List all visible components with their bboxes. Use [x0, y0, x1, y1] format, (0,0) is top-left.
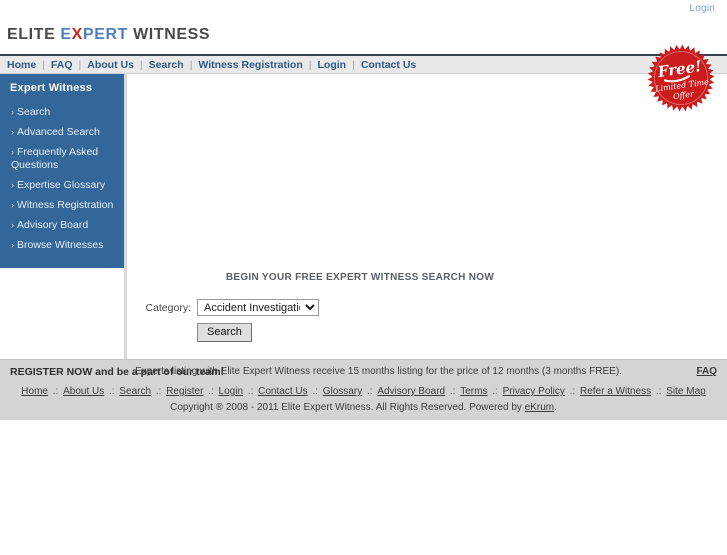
site-footer: REGISTER NOW and be a part of our team! … — [0, 359, 727, 420]
main-content: BEGIN YOUR FREE EXPERT WITNESS SEARCH NO… — [127, 74, 727, 359]
footer-link-site-map[interactable]: Site Map — [666, 386, 705, 397]
nav-item-about-us[interactable]: About Us — [86, 59, 135, 71]
footer-link-refer-a-witness[interactable]: Refer a Witness — [580, 386, 651, 397]
chevron-right-icon: › — [11, 107, 14, 117]
logo-part-pert: PERT — [82, 26, 129, 43]
footer-link-register[interactable]: Register — [166, 386, 203, 397]
top-login-link[interactable]: Login — [690, 3, 715, 14]
sidebar-item-search[interactable]: › Search — [0, 103, 124, 123]
copyright-suffix: . — [554, 402, 557, 413]
logo-part-elite: ELITE — [7, 26, 61, 43]
nav-separator: | — [189, 59, 193, 71]
sidebar-item-label: Advanced Search — [17, 126, 100, 138]
nav-item-search[interactable]: Search — [148, 59, 185, 71]
nav-item-login[interactable]: Login — [317, 59, 348, 71]
footer-link-separator: .: — [106, 386, 118, 397]
sidebar-item-browse-witnesses[interactable]: › Browse Witnesses — [0, 236, 124, 256]
sidebar-item-expertise-glossary[interactable]: › Expertise Glossary — [0, 176, 124, 196]
chevron-right-icon: › — [11, 220, 14, 230]
submit-row: Search — [197, 323, 567, 342]
body-wrapper: Expert Witness › Search › Advanced Search › F… — [0, 74, 727, 359]
nav-item-witness-registration[interactable]: Witness Registration — [197, 59, 303, 71]
category-select[interactable]: Accident Investigation — [197, 299, 319, 316]
sidebar-item-label: Search — [17, 106, 51, 118]
footer-link-separator: .: — [309, 386, 321, 397]
sidebar-item-label: Advisory Board — [17, 219, 89, 231]
nav-item-faq[interactable]: FAQ — [50, 59, 74, 71]
sidebar-item-list: › Search › Advanced Search › Frequently Asked… — [0, 103, 124, 256]
footer-link-separator: .: — [566, 386, 578, 397]
footer-faq-link[interactable]: FAQ — [696, 366, 717, 377]
footer-link-contact-us[interactable]: Contact Us — [258, 386, 307, 397]
copyright-vendor-link[interactable]: eKrum — [525, 402, 554, 413]
copyright-text: Copyright ® 2008 - 2011 Elite Expert Wit… — [170, 402, 525, 413]
page-root: Login ELITE EXPERT WITNESS Free! Limited… — [0, 0, 727, 555]
main-navigation: Home | FAQ | About Us | Search | Witness Registr… — [0, 54, 727, 74]
footer-link-separator: .: — [653, 386, 665, 397]
sidebar-item-label: Expertise Glossary — [17, 179, 106, 191]
search-button[interactable]: Search — [197, 323, 252, 342]
nav-separator: | — [352, 59, 355, 71]
footer-link-separator: .: — [489, 386, 501, 397]
below-fold-area — [0, 420, 727, 555]
footer-promo-text: Experts listing with Elite Expert Witnes… — [135, 366, 622, 377]
top-utility-bar: Login — [0, 0, 727, 14]
search-heading: BEGIN YOUR FREE EXPERT WITNESS SEARCH NO… — [225, 272, 495, 283]
logo-part-witness: WITNESS — [128, 26, 211, 43]
footer-link-separator: .: — [245, 386, 257, 397]
search-form-block: BEGIN YOUR FREE EXPERT WITNESS SEARCH NO… — [127, 272, 567, 342]
logo-part-x: X — [71, 26, 83, 43]
chevron-right-icon: › — [11, 147, 14, 157]
footer-link-privacy-policy[interactable]: Privacy Policy — [503, 386, 565, 397]
footer-link-home[interactable]: Home — [21, 386, 48, 397]
site-logo[interactable]: ELITE EXPERT WITNESS — [7, 26, 210, 44]
sidebar-item-label: Witness Registration — [17, 199, 114, 211]
sidebar-item-advanced-search[interactable]: › Advanced Search — [0, 123, 124, 143]
nav-separator: | — [308, 59, 312, 71]
footer-link-separator: .: — [364, 386, 376, 397]
sidebar-title: Expert Witness — [10, 82, 93, 94]
free-offer-badge[interactable]: Free! Limited Time Offer — [640, 37, 721, 118]
footer-link-glossary[interactable]: Glossary — [323, 386, 362, 397]
logo-part-e: E — [60, 26, 72, 43]
sidebar-item-frequently-asked-questions[interactable]: › Frequently Asked Questions — [0, 143, 124, 176]
nav-separator: | — [42, 59, 45, 71]
footer-link-separator: .: — [447, 386, 459, 397]
nav-list: Home | FAQ | About Us | Search | Witness Registr… — [6, 56, 417, 74]
chevron-right-icon: › — [11, 127, 14, 137]
chevron-right-icon: › — [11, 180, 14, 190]
footer-link-advisory-board[interactable]: Advisory Board — [377, 386, 445, 397]
footer-link-separator: .: — [49, 386, 62, 397]
footer-link-terms[interactable]: Terms — [460, 386, 487, 397]
nav-item-home[interactable]: Home — [6, 59, 37, 71]
footer-link-login[interactable]: Login — [219, 386, 243, 397]
site-header: ELITE EXPERT WITNESS — [0, 14, 727, 54]
category-row: Category: Accident Investigation — [135, 299, 567, 316]
footer-copyright: Copyright ® 2008 - 2011 Elite Expert Wit… — [0, 402, 727, 413]
nav-item-contact-us[interactable]: Contact Us — [360, 59, 417, 71]
footer-link-list: Home .: About Us .: Search .: Register .… — [0, 385, 727, 398]
nav-separator: | — [78, 59, 82, 71]
nav-separator: | — [139, 59, 143, 71]
sidebar-item-label: Browse Witnesses — [17, 239, 104, 251]
sidebar-item-label: Frequently Asked Questions — [11, 146, 99, 171]
chevron-right-icon: › — [11, 200, 14, 210]
category-label: Category: — [145, 301, 191, 314]
footer-link-about-us[interactable]: About Us — [63, 386, 104, 397]
footer-top-row: REGISTER NOW and be a part of our team! … — [0, 366, 727, 380]
sidebar-item-advisory-board[interactable]: › Advisory Board — [0, 216, 124, 236]
starburst-icon: Free! Limited Time Offer — [647, 44, 715, 112]
footer-link-search[interactable]: Search — [119, 386, 151, 397]
footer-link-separator: .: — [205, 386, 217, 397]
sidebar-item-witness-registration[interactable]: › Witness Registration — [0, 196, 124, 216]
chevron-right-icon: › — [11, 240, 14, 250]
footer-link-separator: .: — [153, 386, 165, 397]
sidebar: Expert Witness › Search › Advanced Search › F… — [0, 74, 124, 268]
